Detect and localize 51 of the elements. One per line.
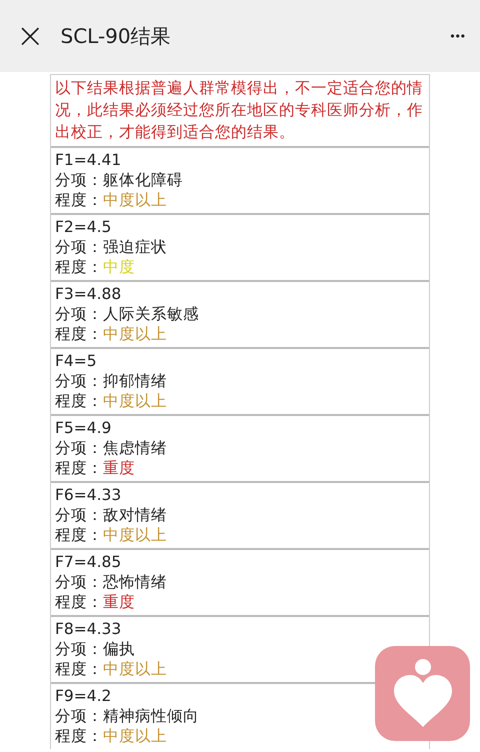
degree-value: 中度以上 xyxy=(103,191,167,209)
degree-label: 程度： xyxy=(55,526,103,544)
degree-label: 程度： xyxy=(55,191,103,209)
factor-label: 分项： xyxy=(55,707,103,725)
degree-value: 中度以上 xyxy=(103,526,167,544)
score-text: F7=4.85 xyxy=(55,552,122,572)
degree-value: 中度以上 xyxy=(103,660,167,678)
factor-label: 分项： xyxy=(55,305,103,323)
factor-label: 分项： xyxy=(55,506,103,524)
degree-value: 重度 xyxy=(103,459,135,477)
score-text: F1=4.41 xyxy=(55,150,122,170)
score-text: F4=5 xyxy=(55,351,98,371)
factor-name: 人际关系敏感 xyxy=(103,305,199,323)
degree-label: 程度： xyxy=(55,459,103,477)
degree-label: 程度： xyxy=(55,727,103,745)
factor-name: 偏执 xyxy=(103,640,135,658)
score-text: F3=4.88 xyxy=(55,284,122,304)
factor-label: 分项： xyxy=(55,439,103,457)
factor-name: 精神病性倾向 xyxy=(103,707,199,725)
floating-button[interactable] xyxy=(375,646,470,741)
close-button[interactable]: × xyxy=(8,19,52,53)
score-text: F9=4.2 xyxy=(55,686,112,706)
score-text: F2=4.5 xyxy=(55,217,112,237)
degree-value: 重度 xyxy=(103,593,135,611)
degree-label: 程度： xyxy=(55,593,103,611)
factor-name: 敌对情绪 xyxy=(103,506,167,524)
degree-label: 程度： xyxy=(55,392,103,410)
heart-icon xyxy=(392,658,454,728)
factor-name: 恐怖情绪 xyxy=(103,573,167,591)
factor-label: 分项： xyxy=(55,640,103,658)
more-button[interactable]: ••• xyxy=(446,25,470,47)
score-text: F8=4.33 xyxy=(55,619,122,639)
notice-text: 以下结果根据普遍人群常模得出，不一定适合您的情况，此结果必须经过您所在地区的专科医师分析，作出校正，才能得到适合您的结果。 xyxy=(54,78,424,143)
degree-value: 中度以上 xyxy=(103,392,167,410)
factor-label: 分项： xyxy=(55,238,103,256)
factor-name: 躯体化障碍 xyxy=(103,171,183,189)
factor-label: 分项： xyxy=(55,573,103,591)
degree-value: 中度 xyxy=(103,258,135,276)
score-text: F6=4.33 xyxy=(55,485,122,505)
degree-label: 程度： xyxy=(55,258,103,276)
factor-label: 分项： xyxy=(55,171,103,189)
degree-value: 中度以上 xyxy=(103,325,167,343)
degree-value: 中度以上 xyxy=(103,727,167,745)
page-title: SCL-90结果 xyxy=(60,22,172,50)
score-text: F5=4.9 xyxy=(55,418,112,438)
degree-label: 程度： xyxy=(55,325,103,343)
factor-name: 强迫症状 xyxy=(103,238,167,256)
degree-label: 程度： xyxy=(55,660,103,678)
factor-name: 焦虑情绪 xyxy=(103,439,167,457)
factor-label: 分项： xyxy=(55,372,103,390)
factor-name: 抑郁情绪 xyxy=(103,372,167,390)
